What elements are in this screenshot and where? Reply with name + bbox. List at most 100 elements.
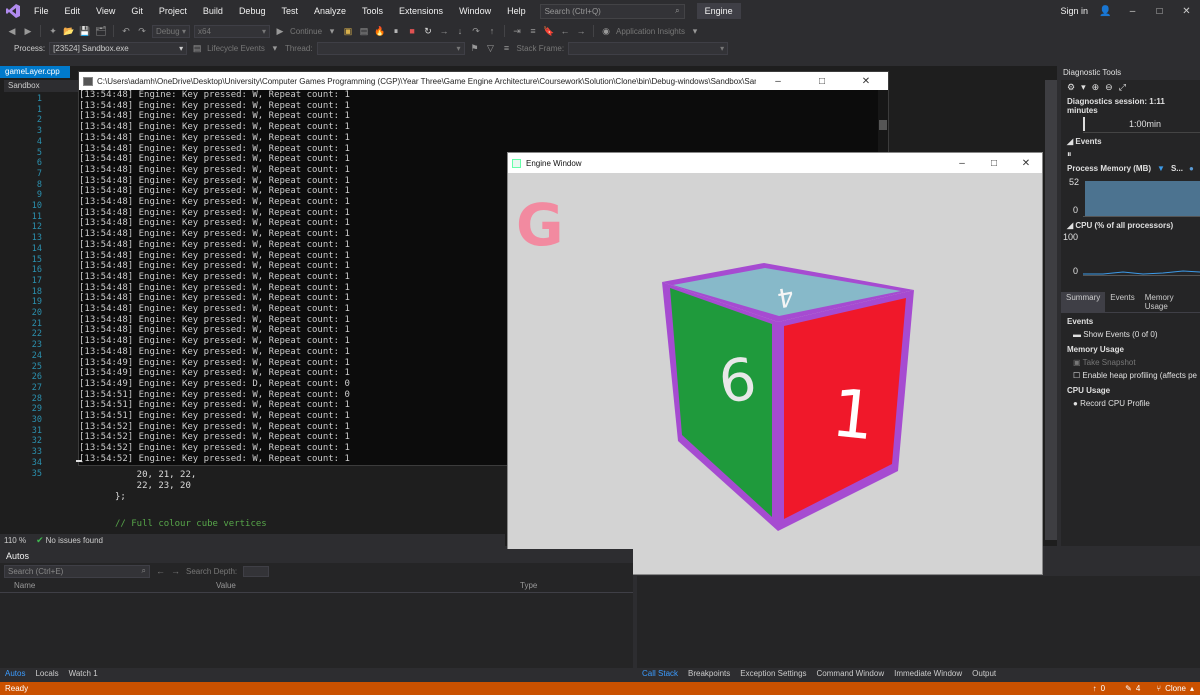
- application-insights-button[interactable]: Application Insights: [616, 27, 685, 36]
- search-input[interactable]: Search (Ctrl+Q) ⌕: [539, 3, 685, 19]
- tab-breakpoints[interactable]: Breakpoints: [683, 668, 735, 682]
- code-comment-line[interactable]: // Full colour cube vertices: [115, 519, 267, 529]
- menu-project[interactable]: Project: [151, 6, 195, 16]
- changes-count[interactable]: 4: [1136, 684, 1140, 693]
- platform-select[interactable]: x64 ▾: [194, 24, 270, 38]
- continue-button[interactable]: Continue: [290, 27, 322, 36]
- engine-close-icon[interactable]: ✕: [1010, 158, 1042, 169]
- tab-output[interactable]: Output: [967, 668, 1001, 682]
- menu-window[interactable]: Window: [451, 6, 499, 16]
- forward-icon[interactable]: ▶: [22, 25, 34, 37]
- heap-profiling-checkbox[interactable]: ☐ Enable heap profiling (affects pe: [1061, 369, 1200, 382]
- indent-icon[interactable]: ⇥: [511, 25, 523, 37]
- console-minimize-icon[interactable]: –: [756, 76, 800, 87]
- tab-events[interactable]: Events: [1105, 292, 1139, 312]
- lifecycle-icon[interactable]: ▤: [191, 42, 203, 54]
- search-back-icon[interactable]: ←: [156, 566, 165, 576]
- screenshot-icon[interactable]: ▤: [358, 25, 370, 37]
- account-icon[interactable]: 👤: [1092, 6, 1119, 17]
- bookmark-next-icon[interactable]: →: [575, 25, 587, 37]
- stop-icon[interactable]: ■: [406, 25, 418, 37]
- menu-file[interactable]: File: [26, 6, 57, 16]
- editor-vertical-scrollbar[interactable]: [1045, 80, 1057, 540]
- bookmark-icon[interactable]: 🔖: [543, 25, 555, 37]
- zoom-level[interactable]: 110 %: [4, 536, 26, 545]
- arrow-up-icon[interactable]: ↑: [1093, 684, 1097, 693]
- new-item-icon[interactable]: ✦: [47, 25, 59, 37]
- events-track[interactable]: ⏸: [1067, 148, 1194, 160]
- menu-test[interactable]: Test: [273, 6, 306, 16]
- engine-minimize-icon[interactable]: –: [946, 158, 978, 169]
- tab-locals[interactable]: Locals: [30, 668, 63, 682]
- timeline-ruler[interactable]: 1:00min: [1083, 117, 1200, 133]
- open-icon[interactable]: 📂: [63, 25, 75, 37]
- sign-in-link[interactable]: Sign in: [1060, 6, 1088, 16]
- select-tools-icon[interactable]: ▾: [1081, 82, 1086, 93]
- continue-icon[interactable]: ▶: [274, 25, 286, 37]
- flag-icon[interactable]: ⚑: [469, 42, 481, 54]
- tab-summary[interactable]: Summary: [1061, 292, 1106, 312]
- pause-icon[interactable]: ⏸: [390, 25, 402, 37]
- code-line[interactable]: 22, 23, 20: [115, 481, 191, 491]
- menu-extensions[interactable]: Extensions: [391, 6, 451, 16]
- record-cpu-button[interactable]: ● Record CPU Profile: [1061, 397, 1200, 410]
- project-nav-select[interactable]: Sandbox: [4, 80, 80, 92]
- console-maximize-icon[interactable]: □: [800, 76, 844, 87]
- console-scroll-thumb[interactable]: [879, 120, 887, 130]
- zoom-in-icon[interactable]: ⊕: [1092, 82, 1100, 93]
- console-title-bar[interactable]: C:\Users\adamh\OneDrive\Desktop\Universi…: [79, 72, 888, 90]
- menu-edit[interactable]: Edit: [57, 6, 89, 16]
- code-line[interactable]: 20, 21, 22,: [115, 470, 197, 480]
- hot-reload-icon[interactable]: 🔥: [374, 25, 386, 37]
- show-next-statement-icon[interactable]: →: [438, 25, 450, 37]
- zoom-out-icon[interactable]: ⊖: [1105, 82, 1113, 93]
- autos-search-input[interactable]: Search (Ctrl+E) ⌕: [4, 564, 150, 578]
- menu-debug[interactable]: Debug: [231, 6, 274, 16]
- menu-tools[interactable]: Tools: [354, 6, 391, 16]
- folder-icon[interactable]: ▣: [342, 25, 354, 37]
- menu-git[interactable]: Git: [123, 6, 151, 16]
- chevron-down-icon[interactable]: ▾: [269, 42, 281, 54]
- configuration-select[interactable]: Debug ▾: [152, 24, 190, 38]
- column-name[interactable]: Name: [14, 581, 35, 590]
- errors-count[interactable]: 0: [1101, 684, 1105, 693]
- step-out-icon[interactable]: ↑: [486, 25, 498, 37]
- column-value[interactable]: Value: [216, 581, 236, 590]
- thread-select[interactable]: ▾: [316, 41, 465, 55]
- tab-command-window[interactable]: Command Window: [812, 668, 890, 682]
- menu-view[interactable]: View: [88, 6, 123, 16]
- lifecycle-events-button[interactable]: Lifecycle Events: [207, 44, 265, 53]
- close-icon[interactable]: ✕: [1173, 6, 1200, 17]
- chevron-down-icon[interactable]: ▾: [326, 25, 338, 37]
- restart-icon[interactable]: ↻: [422, 25, 434, 37]
- column-type[interactable]: Type: [520, 581, 537, 590]
- git-branch-icon[interactable]: ⑂: [1156, 684, 1161, 693]
- stack-icon[interactable]: ≡: [501, 42, 513, 54]
- tab-call-stack[interactable]: Call Stack: [637, 668, 683, 682]
- back-icon[interactable]: ◀: [6, 25, 18, 37]
- menu-analyze[interactable]: Analyze: [306, 6, 354, 16]
- comment-icon[interactable]: ≡: [527, 25, 539, 37]
- menu-build[interactable]: Build: [195, 6, 231, 16]
- tab-memory-usage[interactable]: Memory Usage: [1140, 292, 1200, 312]
- issues-status[interactable]: No issues found: [46, 536, 103, 545]
- console-close-icon[interactable]: ✕: [844, 76, 888, 87]
- engine-title-bar[interactable]: Engine Window – □ ✕: [508, 153, 1042, 173]
- app-insights-icon[interactable]: ◉: [600, 25, 612, 37]
- chevron-down-icon[interactable]: ▾: [689, 25, 701, 37]
- filter-icon[interactable]: ▽: [485, 42, 497, 54]
- tab-watch-1[interactable]: Watch 1: [64, 668, 103, 682]
- undo-icon[interactable]: ↶: [120, 25, 132, 37]
- step-into-icon[interactable]: ↓: [454, 25, 466, 37]
- show-events-button[interactable]: ▬ Show Events (0 of 0): [1061, 328, 1200, 341]
- tab-immediate-window[interactable]: Immediate Window: [889, 668, 967, 682]
- tab-autos[interactable]: Autos: [0, 668, 30, 682]
- bookmark-prev-icon[interactable]: ←: [559, 25, 571, 37]
- search-depth-select[interactable]: [243, 565, 270, 577]
- take-snapshot-button[interactable]: ▣ Take Snapshot: [1061, 356, 1200, 369]
- visual-studio-logo-icon[interactable]: [0, 0, 26, 22]
- cpu-graph[interactable]: 100 0: [1063, 232, 1200, 276]
- engine-maximize-icon[interactable]: □: [978, 158, 1010, 169]
- minimize-icon[interactable]: –: [1119, 6, 1146, 17]
- tab-exception-settings[interactable]: Exception Settings: [735, 668, 811, 682]
